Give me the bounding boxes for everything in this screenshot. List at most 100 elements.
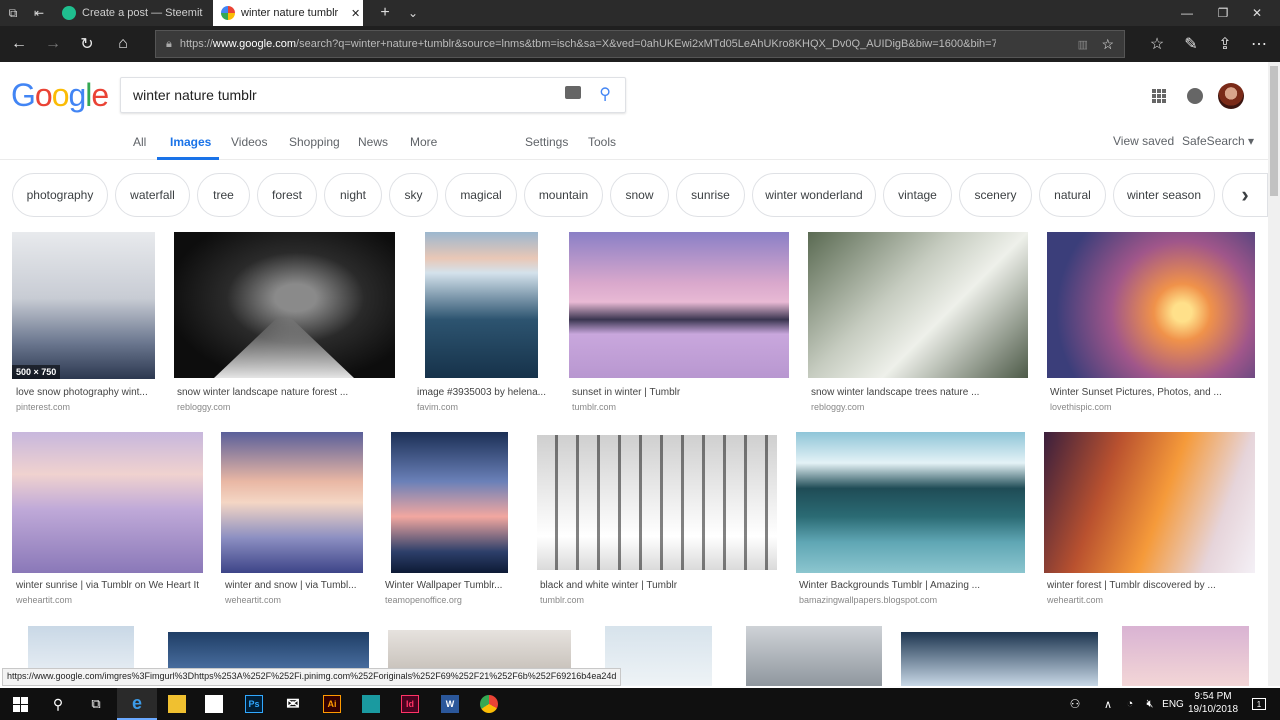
- chip[interactable]: sunrise: [676, 173, 745, 217]
- chips-next-chevron-icon[interactable]: ›: [1222, 173, 1268, 217]
- result-image[interactable]: [391, 432, 508, 573]
- tab-all[interactable]: All: [133, 135, 146, 149]
- result-caption[interactable]: snow winter landscape nature forest ...: [177, 387, 397, 398]
- show-hidden-icons-chevron-icon[interactable]: ∧: [1096, 688, 1120, 720]
- taskbar-app-store[interactable]: [194, 688, 234, 720]
- windows-start-icon[interactable]: [0, 688, 40, 720]
- language-indicator[interactable]: ENG: [1160, 688, 1186, 720]
- chip[interactable]: snow: [610, 173, 669, 217]
- volume-muted-icon[interactable]: 🔇︎: [1138, 688, 1162, 720]
- result-caption[interactable]: Winter Wallpaper Tumblr...: [385, 580, 520, 591]
- chip[interactable]: winter wonderland: [752, 173, 876, 217]
- scrollbar-thumb[interactable]: [1270, 66, 1278, 196]
- home-button[interactable]: ⌂: [106, 26, 140, 62]
- vertical-scrollbar[interactable]: [1268, 62, 1280, 686]
- more-menu-icon[interactable]: ⋯: [1242, 26, 1276, 62]
- chip[interactable]: waterfall: [115, 173, 190, 217]
- chip[interactable]: forest: [257, 173, 317, 217]
- share-icon[interactable]: ⇪: [1208, 26, 1242, 62]
- camera-icon[interactable]: [565, 86, 581, 99]
- taskbar-app-dreamweaver[interactable]: [351, 688, 391, 720]
- favorite-star-icon[interactable]: ☆: [1101, 36, 1114, 53]
- reading-view-icon[interactable]: ▥: [1078, 38, 1088, 51]
- people-icon[interactable]: ⚇: [1060, 688, 1090, 720]
- result-image[interactable]: [901, 632, 1098, 686]
- notifications-bell-icon[interactable]: [1187, 88, 1203, 104]
- result-image[interactable]: [808, 232, 1028, 378]
- result-caption[interactable]: winter sunrise | via Tumblr on We Heart …: [16, 580, 206, 591]
- settings-link[interactable]: Settings: [525, 135, 568, 149]
- avatar[interactable]: [1218, 83, 1244, 109]
- view-saved-link[interactable]: View saved: [1113, 134, 1174, 148]
- taskbar-app-illustrator[interactable]: Ai: [312, 688, 352, 720]
- address-bar[interactable]: 🔒︎ https:// www.google.com /search?q=win…: [155, 30, 1125, 58]
- result-caption[interactable]: winter forest | Tumblr discovered by ...: [1047, 580, 1257, 591]
- store-icon: [205, 695, 223, 713]
- favorites-hub-icon[interactable]: ☆: [1140, 26, 1174, 62]
- result-image[interactable]: [1122, 626, 1249, 686]
- tab-actions-icon[interactable]: ⧉: [0, 0, 26, 26]
- result-image[interactable]: [1044, 432, 1255, 573]
- taskbar-app-photoshop[interactable]: Ps: [234, 688, 274, 720]
- back-button[interactable]: ←: [2, 26, 36, 62]
- taskbar-app-mail[interactable]: ✉: [273, 688, 313, 720]
- tab-images[interactable]: Images: [170, 135, 211, 149]
- result-caption[interactable]: black and white winter | Tumblr: [540, 580, 780, 591]
- refresh-button[interactable]: ↻: [70, 26, 104, 62]
- tab-videos[interactable]: Videos: [231, 135, 267, 149]
- result-image[interactable]: [174, 232, 395, 378]
- chip[interactable]: sky: [389, 173, 438, 217]
- web-note-icon[interactable]: ✎: [1174, 26, 1208, 62]
- chip[interactable]: photography: [12, 173, 108, 217]
- tools-link[interactable]: Tools: [588, 135, 616, 149]
- result-image[interactable]: [537, 435, 777, 570]
- result-image[interactable]: [1047, 232, 1255, 378]
- result-caption[interactable]: love snow photography wint...: [16, 387, 156, 398]
- result-caption[interactable]: Winter Sunset Pictures, Photos, and ...: [1050, 387, 1260, 398]
- taskbar-app-chrome[interactable]: [469, 688, 509, 720]
- result-image[interactable]: 500 × 750: [12, 232, 155, 379]
- result-image[interactable]: [12, 432, 203, 573]
- tab-list-chevron-icon[interactable]: ⌄: [398, 0, 428, 26]
- result-image[interactable]: [796, 432, 1025, 573]
- taskbar-app-word[interactable]: W: [430, 688, 470, 720]
- action-center-icon[interactable]: 1: [1244, 688, 1274, 720]
- result-caption[interactable]: image #3935003 by helena...: [417, 387, 551, 398]
- chip[interactable]: vintage: [883, 173, 952, 217]
- search-icon[interactable]: ⚲: [599, 84, 611, 104]
- chip[interactable]: mountain: [524, 173, 603, 217]
- result-caption[interactable]: Winter Backgrounds Tumblr | Amazing ...: [799, 580, 1029, 591]
- tab-shopping[interactable]: Shopping: [289, 135, 340, 149]
- close-tab-icon[interactable]: ✕: [351, 7, 360, 20]
- result-caption[interactable]: sunset in winter | Tumblr: [572, 387, 792, 398]
- result-image[interactable]: [221, 432, 363, 573]
- taskbar-app-indesign[interactable]: Id: [390, 688, 430, 720]
- result-image[interactable]: [569, 232, 789, 378]
- search-input[interactable]: winter nature tumblr ⚲: [120, 77, 626, 113]
- chip[interactable]: natural: [1039, 173, 1106, 217]
- task-view-icon[interactable]: ⧉: [76, 688, 116, 720]
- back-tabs-icon[interactable]: ⇤: [26, 0, 52, 26]
- result-image[interactable]: [746, 626, 882, 686]
- result-image[interactable]: [425, 232, 538, 378]
- close-window-button[interactable]: ✕: [1234, 0, 1280, 26]
- chip[interactable]: magical: [445, 173, 517, 217]
- tab-google-images[interactable]: winter nature tumblr - G ✕: [213, 0, 363, 26]
- tab-steemit[interactable]: Create a post — Steemit: [54, 0, 212, 26]
- safesearch-dropdown[interactable]: SafeSearch ▾: [1182, 134, 1254, 148]
- forward-button[interactable]: →: [36, 26, 70, 62]
- chip[interactable]: night: [324, 173, 382, 217]
- apps-grid-icon[interactable]: [1152, 89, 1166, 103]
- taskbar-app-edge[interactable]: e: [117, 688, 157, 720]
- tab-news[interactable]: News: [358, 135, 388, 149]
- search-icon[interactable]: ⚲: [38, 688, 78, 720]
- taskbar-app-file-explorer[interactable]: [157, 688, 197, 720]
- chip[interactable]: tree: [197, 173, 250, 217]
- system-clock[interactable]: 9:54 PM 19/10/2018: [1188, 690, 1238, 716]
- tab-more[interactable]: More: [410, 135, 437, 149]
- chip[interactable]: scenery: [959, 173, 1032, 217]
- result-caption[interactable]: snow winter landscape trees nature ...: [811, 387, 1031, 398]
- google-logo[interactable]: Google: [11, 77, 109, 114]
- chip[interactable]: winter season: [1113, 173, 1215, 217]
- result-caption[interactable]: winter and snow | via Tumbl...: [225, 580, 365, 591]
